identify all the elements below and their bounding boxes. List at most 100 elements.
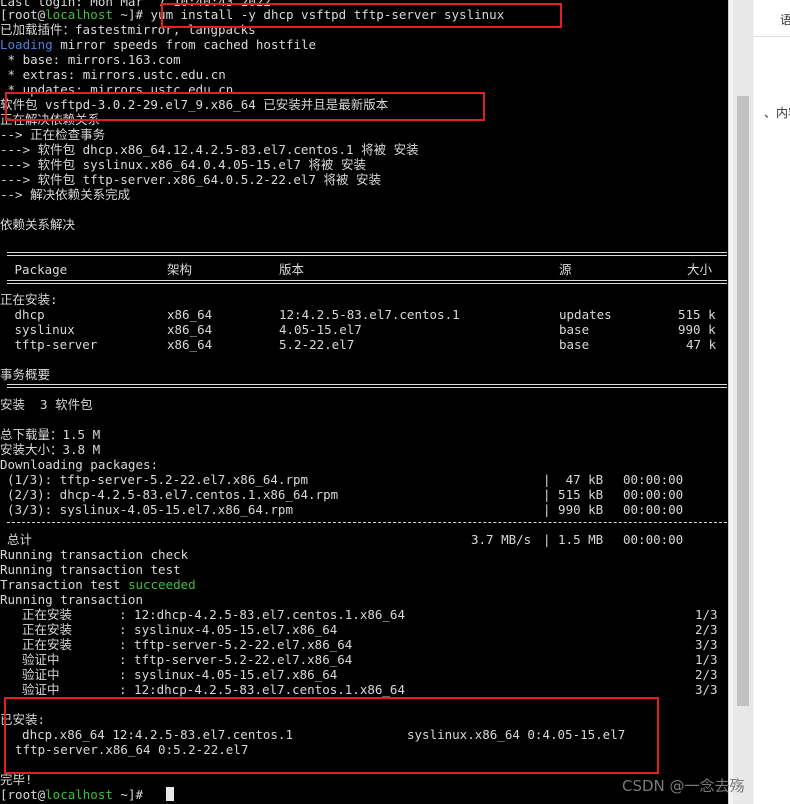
terminal-line: 事务概要 xyxy=(0,367,728,382)
table-header: Package 架构 版本 源 大小 xyxy=(0,262,728,277)
trans-test: Running transaction test xyxy=(0,562,181,577)
terminal-line: --> 解决依赖关系完成 xyxy=(0,187,728,202)
separator xyxy=(7,280,727,284)
separator xyxy=(7,252,727,256)
step-row: 正在安装 : 12:dhcp-4.2.5-83.el7.centos.1.x86… xyxy=(0,607,728,622)
terminal-line: 软件包 vsftpd-3.0.2-29.el7_9.x86_64 已安装并且是最… xyxy=(0,97,728,112)
resolve-line: --> 正在检查事务 xyxy=(0,127,106,142)
package-repo: base xyxy=(559,337,590,352)
package-size: 47 k xyxy=(686,337,717,352)
separator xyxy=(7,384,727,388)
terminal-line: tftp-server.x86_64 0:5.2-22.el7 xyxy=(0,742,728,757)
installed-row: dhcp.x86_64 12:4.2.5-83.el7.centos.1 sys… xyxy=(0,727,728,742)
step-item: : 12:dhcp-4.2.5-83.el7.centos.1.x86_64 xyxy=(119,607,405,622)
installing-label: 正在安装: xyxy=(0,292,58,307)
package-size: 990 k xyxy=(678,322,716,337)
step-item: : syslinux-4.05-15.el7.x86_64 xyxy=(119,667,338,682)
scrollbar-thumb[interactable] xyxy=(737,96,749,706)
side-mid-text: 、内容 xyxy=(764,106,790,120)
step-row: 验证中 : 12:dhcp-4.2.5-83.el7.centos.1.x86_… xyxy=(0,682,728,697)
prompt-path: ~]# xyxy=(112,787,151,802)
plugins-line: 已加载插件：fastestmirror, langpacks xyxy=(0,22,256,37)
prompt-user: [root@ xyxy=(0,787,46,802)
package-arch: x86_64 xyxy=(167,337,213,352)
step-row: 正在安装 : tftp-server-5.2-22.el7.x86_64 3/3 xyxy=(0,637,728,652)
command-line: [root@localhost ~]# yum install -y dhcp … xyxy=(0,7,728,22)
download-time: 00:00:00 xyxy=(623,472,684,487)
downloading-label: Downloading packages: xyxy=(0,457,159,472)
terminal-line: * base: mirrors.163.com xyxy=(0,52,728,67)
installed-dhcp: dhcp.x86_64 12:4.2.5-83.el7.centos.1 xyxy=(7,727,293,742)
terminal-line: Downloading packages: xyxy=(0,457,728,472)
terminal-line: ---> 软件包 dhcp.x86_64.12.4.2.5-83.el7.cen… xyxy=(0,142,728,157)
step-action: 验证中 xyxy=(7,682,60,697)
step-row: 验证中 : syslinux-4.05-15.el7.x86_64 2/3 xyxy=(0,667,728,682)
installed-label: 已安装: xyxy=(0,712,46,727)
trans-check: Running transaction check xyxy=(0,547,189,562)
download-row: (1/3): tftp-server-5.2-22.el7.x86_64.rpm… xyxy=(0,472,728,487)
terminal-line: 正在安装: xyxy=(0,292,728,307)
trans-result-prefix: Transaction test xyxy=(0,577,128,592)
terminal-line: * extras: mirrors.ustc.edu.cn xyxy=(0,67,728,82)
terminal-line: 安装 3 软件包 xyxy=(0,397,728,412)
download-file: (3/3): syslinux-4.05-15.el7.x86_64.rpm xyxy=(7,502,293,517)
terminal-line: Loading mirror speeds from cached hostfi… xyxy=(0,37,728,52)
side-top-text: 语 xyxy=(780,13,790,27)
resolve-line: --> 解决依赖关系完成 xyxy=(0,187,131,202)
table-row: dhcp x86_64 12:4.2.5-83.el7.centos.1 upd… xyxy=(0,307,728,322)
running-transaction: Running transaction xyxy=(0,592,143,607)
total-size: | 1.5 MB xyxy=(543,532,604,547)
step-row: 正在安装 : syslinux-4.05-15.el7.x86_64 2/3 xyxy=(0,622,728,637)
package-arch: x86_64 xyxy=(167,322,213,337)
download-time: 00:00:00 xyxy=(623,487,684,502)
side-divider xyxy=(754,36,790,37)
package-version: 5.2-22.el7 xyxy=(279,337,355,352)
package-name: dhcp xyxy=(7,307,45,322)
terminal-line: 正在解决依赖关系 xyxy=(0,112,728,127)
package-repo: base xyxy=(559,322,590,337)
table-row: syslinux x86_64 4.05-15.el7 base 990 k xyxy=(0,322,728,337)
install-count: 安装 3 软件包 xyxy=(0,397,93,412)
terminal-line: Running transaction test xyxy=(0,562,728,577)
step-item: : syslinux-4.05-15.el7.x86_64 xyxy=(119,622,338,637)
total-speed: 3.7 MB/s xyxy=(471,532,532,547)
text-cursor xyxy=(166,787,174,801)
terminal-line: ---> 软件包 syslinux.x86_64.0.4.05-15.el7 将… xyxy=(0,157,728,172)
step-item: : tftp-server-5.2-22.el7.x86_64 xyxy=(119,652,353,667)
package-repo: updates xyxy=(559,307,612,322)
terminal-line: Running transaction xyxy=(0,592,728,607)
download-row: (3/3): syslinux-4.05-15.el7.x86_64.rpm |… xyxy=(0,502,728,517)
terminal-window[interactable]: Last login: Mon Mar 7 10:40:43 2022 [roo… xyxy=(0,0,728,804)
final-prompt[interactable]: [root@localhost ~]# xyxy=(0,787,728,802)
yum-command: yum install -y dhcp vsftpd tftp-server s… xyxy=(150,7,505,22)
mirror-extras: * extras: mirrors.ustc.edu.cn xyxy=(0,67,226,82)
resolve-line: ---> 软件包 tftp-server.x86_64.0.5.2-22.el7… xyxy=(0,172,382,187)
header-version: 版本 xyxy=(279,262,305,277)
header-size: 大小 xyxy=(687,262,713,277)
resolve-line: ---> 软件包 syslinux.x86_64.0.4.05-15.el7 将… xyxy=(0,157,366,172)
deps-resolved: 依赖关系解决 xyxy=(0,217,76,232)
step-progress: 1/3 xyxy=(695,652,718,667)
total-time: 00:00:00 xyxy=(623,532,684,547)
step-action: 正在安装 xyxy=(7,622,73,637)
installed-tftp: tftp-server.x86_64 0:5.2-22.el7 xyxy=(0,742,249,757)
step-action: 正在安装 xyxy=(7,637,73,652)
total-label: 总计 xyxy=(7,532,33,547)
step-progress: 3/3 xyxy=(695,637,718,652)
terminal-line: Transaction test succeeded xyxy=(0,577,728,592)
prompt-user: [root@ xyxy=(0,7,46,22)
side-panel: 语 、内容 xyxy=(754,0,790,804)
table-row: tftp-server x86_64 5.2-22.el7 base 47 k xyxy=(0,337,728,352)
terminal-line: ---> 软件包 tftp-server.x86_64.0.5.2-22.el7… xyxy=(0,172,728,187)
separator xyxy=(7,522,727,523)
trans-result: succeeded xyxy=(127,577,196,592)
download-file: (1/3): tftp-server-5.2-22.el7.x86_64.rpm xyxy=(7,472,309,487)
installed-syslinux: syslinux.x86_64 0:4.05-15.el7 xyxy=(407,727,626,742)
terminal-line: 已加载插件：fastestmirror, langpacks xyxy=(0,22,728,37)
package-name: syslinux xyxy=(7,322,75,337)
install-size: 安装大小：3.8 M xyxy=(0,442,101,457)
terminal-line: 已安装: xyxy=(0,712,728,727)
watermark: CSDN @一念去殇 xyxy=(622,777,745,795)
download-time: 00:00:00 xyxy=(623,502,684,517)
mirror-updates: * updates: mirrors.ustc.edu.cn xyxy=(0,82,234,97)
